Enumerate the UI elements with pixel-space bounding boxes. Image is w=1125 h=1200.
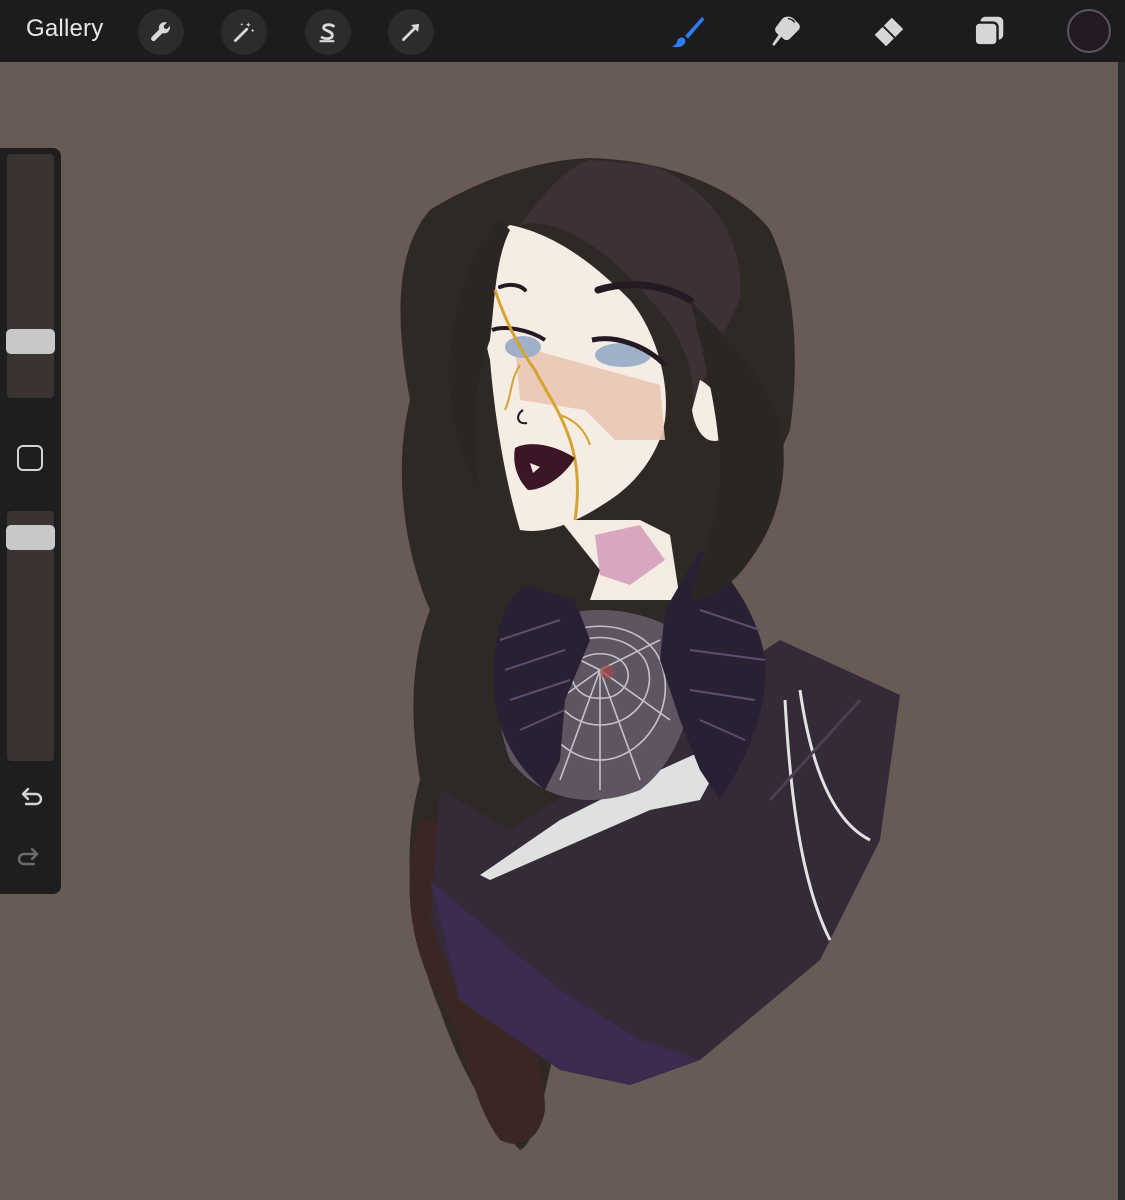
selection-button[interactable]	[305, 9, 351, 55]
brush-tool-button[interactable]	[666, 10, 710, 54]
drawing-canvas[interactable]	[0, 62, 1118, 1200]
redo-icon	[17, 847, 39, 866]
opacity-thumb[interactable]	[6, 525, 55, 550]
left-sidebar	[0, 148, 61, 894]
opacity-slider[interactable]	[6, 511, 55, 761]
redo-button[interactable]	[14, 841, 46, 873]
undo-icon	[21, 787, 43, 806]
brush-size-thumb[interactable]	[6, 329, 55, 354]
smudge-icon	[772, 16, 800, 46]
layers-icon	[973, 16, 1004, 47]
adjustments-button[interactable]	[221, 9, 267, 55]
actions-button[interactable]	[138, 9, 184, 55]
smudge-tool-button[interactable]	[766, 10, 810, 54]
magic-wand-icon	[233, 22, 255, 43]
color-picker-swatch[interactable]	[1067, 9, 1111, 53]
eraser-icon	[874, 17, 904, 47]
transform-button[interactable]	[388, 9, 434, 55]
modify-button[interactable]	[17, 445, 43, 471]
brush-icon	[671, 16, 705, 48]
layers-button[interactable]	[967, 10, 1011, 54]
selection-s-icon	[319, 23, 335, 43]
brush-size-slider[interactable]	[6, 154, 55, 398]
canvas-edge	[1118, 62, 1125, 1200]
transform-arrow-icon	[402, 23, 420, 41]
top-toolbar: Gallery	[0, 0, 1125, 62]
gallery-button[interactable]: Gallery	[26, 15, 103, 43]
artwork-illustration	[400, 158, 900, 1150]
web-jewel	[600, 665, 614, 679]
wrench-icon	[151, 22, 171, 42]
undo-button[interactable]	[14, 781, 46, 813]
eraser-tool-button[interactable]	[866, 10, 910, 54]
